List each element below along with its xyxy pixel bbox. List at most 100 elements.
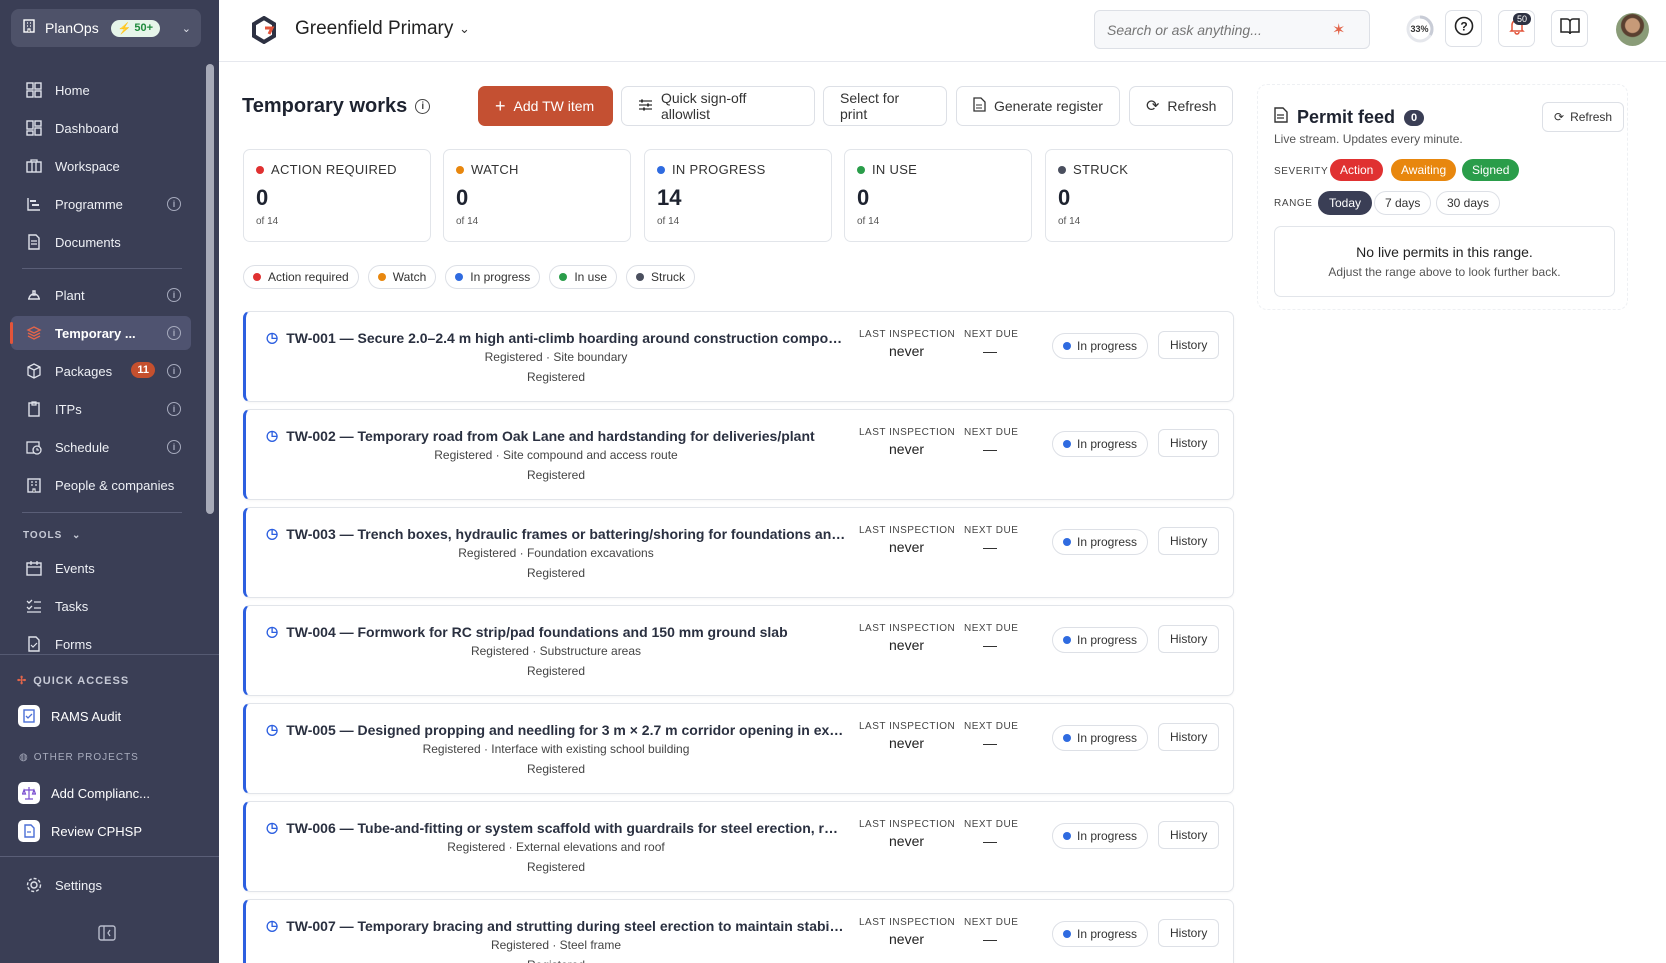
- nav-item-programme[interactable]: Programme i: [11, 187, 191, 221]
- severity-filter-signed[interactable]: Signed: [1462, 159, 1520, 181]
- tw-item-title[interactable]: ◷ TW-007 — Temporary bracing and struttin…: [266, 917, 846, 934]
- stat-card-struck[interactable]: STRUCK 0 of 14: [1045, 149, 1233, 242]
- nav-item-settings[interactable]: Settings: [11, 868, 191, 902]
- filter-chip-action-required[interactable]: Action required: [243, 265, 359, 289]
- tw-item-title-text: TW-006 — Tube-and-fitting or system scaf…: [286, 819, 846, 836]
- tw-item-title[interactable]: ◷ TW-002 — Temporary road from Oak Lane a…: [266, 427, 846, 444]
- button-label: Add TW item: [513, 98, 595, 114]
- collapse-sidebar-icon[interactable]: [98, 925, 116, 946]
- other-project-item-compliance[interactable]: Add Complianc...: [18, 782, 150, 804]
- tw-item-row[interactable]: ◷ TW-004 — Formwork for RC strip/pad foun…: [243, 605, 1234, 696]
- permit-feed-refresh-button[interactable]: ⟳ Refresh: [1542, 102, 1625, 132]
- history-button[interactable]: History: [1158, 429, 1220, 457]
- button-label: Select for print: [840, 90, 900, 122]
- nav-item-plant[interactable]: Plant i: [11, 278, 191, 312]
- stat-card-watch[interactable]: WATCH 0 of 14: [443, 149, 631, 242]
- calendar-icon: [25, 559, 43, 577]
- topbar: Greenfield Primary ⌄ ✶ 33% ? 50: [219, 0, 1666, 62]
- history-button[interactable]: History: [1158, 821, 1220, 849]
- tw-item-title[interactable]: ◷ TW-005 — Designed propping and needling…: [266, 721, 846, 738]
- generate-register-button[interactable]: Generate register: [956, 86, 1120, 126]
- filter-chip-in-progress[interactable]: In progress: [445, 265, 541, 289]
- scales-icon: [18, 782, 40, 804]
- select-for-print-button[interactable]: Select for print: [823, 86, 947, 126]
- info-icon[interactable]: i: [415, 99, 431, 114]
- refresh-button[interactable]: ⟳ Refresh: [1129, 86, 1233, 126]
- info-icon[interactable]: i: [167, 288, 181, 302]
- nav-item-documents[interactable]: Documents: [11, 225, 191, 259]
- nav-item-schedule[interactable]: Schedule i: [11, 430, 191, 464]
- quick-access-item-rams-audit[interactable]: RAMS Audit: [18, 705, 121, 727]
- add-tw-item-button[interactable]: + Add TW item: [478, 86, 613, 126]
- permit-feed-title-text: Permit feed: [1297, 107, 1396, 127]
- range-filter-today[interactable]: Today: [1318, 191, 1373, 215]
- stat-card-action-required[interactable]: ACTION REQUIRED 0 of 14: [243, 149, 431, 242]
- history-button[interactable]: History: [1158, 625, 1220, 653]
- history-button[interactable]: History: [1158, 919, 1220, 947]
- range-filter-7-days[interactable]: 7 days: [1374, 191, 1432, 215]
- severity-filter-awaiting[interactable]: Awaiting: [1391, 159, 1457, 181]
- nav-item-events[interactable]: Events: [11, 551, 191, 585]
- tw-item-title-text: TW-004 — Formwork for RC strip/pad found…: [286, 623, 788, 640]
- layers-icon: [25, 324, 43, 342]
- range-label: RANGE: [1274, 198, 1313, 209]
- nav-item-forms[interactable]: Forms: [11, 627, 191, 654]
- sparkle-icon[interactable]: ✶: [1332, 20, 1345, 40]
- sidebar-scrollbar[interactable]: [206, 64, 214, 514]
- project-title[interactable]: Greenfield Primary: [295, 18, 453, 40]
- severity-filter-action[interactable]: Action: [1330, 159, 1384, 181]
- nav-item-workspace[interactable]: Workspace: [11, 149, 191, 183]
- status-badge: In progress: [1052, 725, 1149, 751]
- guide-button[interactable]: [1551, 10, 1588, 47]
- tw-item-row[interactable]: ◷ TW-007 — Temporary bracing and struttin…: [243, 899, 1234, 963]
- tw-item-row[interactable]: ◷ TW-002 — Temporary road from Oak Lane a…: [243, 409, 1234, 500]
- tw-item-row[interactable]: ◷ TW-001 — Secure 2.0–2.4 m high anti-cli…: [243, 311, 1234, 402]
- history-button[interactable]: History: [1158, 331, 1220, 359]
- info-icon[interactable]: i: [167, 326, 181, 340]
- info-icon[interactable]: i: [167, 197, 181, 211]
- chip-label: Struck: [651, 270, 686, 284]
- nav-item-dashboard[interactable]: Dashboard: [11, 111, 191, 145]
- nav-item-itps[interactable]: ITPs i: [11, 392, 191, 426]
- progress-ring[interactable]: 33%: [1401, 10, 1438, 47]
- status-label: In progress: [1077, 829, 1138, 843]
- info-icon[interactable]: i: [167, 402, 181, 416]
- nav-item-people-companies[interactable]: People & companies: [11, 468, 191, 502]
- filter-chip-watch[interactable]: Watch: [367, 265, 437, 289]
- permit-feed-count: 0: [1404, 109, 1425, 126]
- tw-item-row[interactable]: ◷ TW-006 — Tube-and-fitting or system sca…: [243, 801, 1234, 892]
- tools-section-header[interactable]: TOOLS ⌄: [23, 530, 81, 541]
- chevron-down-icon[interactable]: ⌄: [459, 21, 470, 37]
- status-dot: [455, 273, 464, 281]
- last-inspection-label: LAST INSPECTION: [859, 623, 956, 634]
- tw-item-title[interactable]: ◷ TW-001 — Secure 2.0–2.4 m high anti-cli…: [266, 329, 846, 346]
- stat-card-in-use[interactable]: IN USE 0 of 14: [844, 149, 1032, 242]
- tw-item-row[interactable]: ◷ TW-003 — Trench boxes, hydraulic frames…: [243, 507, 1234, 598]
- search-box[interactable]: ✶: [1094, 10, 1370, 49]
- avatar[interactable]: [1616, 13, 1649, 46]
- nav-item-tasks[interactable]: Tasks: [11, 589, 191, 623]
- range-filter-30-days[interactable]: 30 days: [1436, 191, 1501, 215]
- workspace-switcher[interactable]: PlanOps ⚡ 50+ ⌄: [11, 9, 201, 47]
- nav-item-home[interactable]: Home: [11, 73, 191, 107]
- stat-value: 14: [657, 185, 682, 210]
- search-input[interactable]: [1107, 21, 1332, 38]
- history-button[interactable]: History: [1158, 723, 1220, 751]
- tw-item-title[interactable]: ◷ TW-003 — Trench boxes, hydraulic frames…: [266, 525, 846, 542]
- tw-item-title[interactable]: ◷ TW-004 — Formwork for RC strip/pad foun…: [266, 623, 846, 640]
- history-button[interactable]: History: [1158, 527, 1220, 555]
- help-button[interactable]: ?: [1445, 10, 1482, 47]
- tw-item-title[interactable]: ◷ TW-006 — Tube-and-fitting or system sca…: [266, 819, 846, 836]
- quick-signoff-allowlist-button[interactable]: Quick sign-off allowlist: [621, 86, 815, 126]
- main-nav: Home Dashboard Workspace Programme i Doc…: [0, 62, 208, 654]
- filter-chip-in-use[interactable]: In use: [549, 265, 618, 289]
- info-icon[interactable]: i: [167, 440, 181, 454]
- nav-item-temporary-works[interactable]: Temporary ... i: [10, 316, 191, 350]
- nav-item-packages[interactable]: Packages 11 i: [11, 354, 191, 388]
- stat-card-in-progress[interactable]: IN PROGRESS 14 of 14: [644, 149, 832, 242]
- notifications-button[interactable]: 50: [1498, 10, 1535, 47]
- filter-chip-struck[interactable]: Struck: [626, 265, 696, 289]
- info-icon[interactable]: i: [167, 364, 181, 378]
- other-project-item-review-cphsp[interactable]: Review CPHSP: [18, 820, 142, 842]
- tw-item-row[interactable]: ◷ TW-005 — Designed propping and needling…: [243, 703, 1234, 794]
